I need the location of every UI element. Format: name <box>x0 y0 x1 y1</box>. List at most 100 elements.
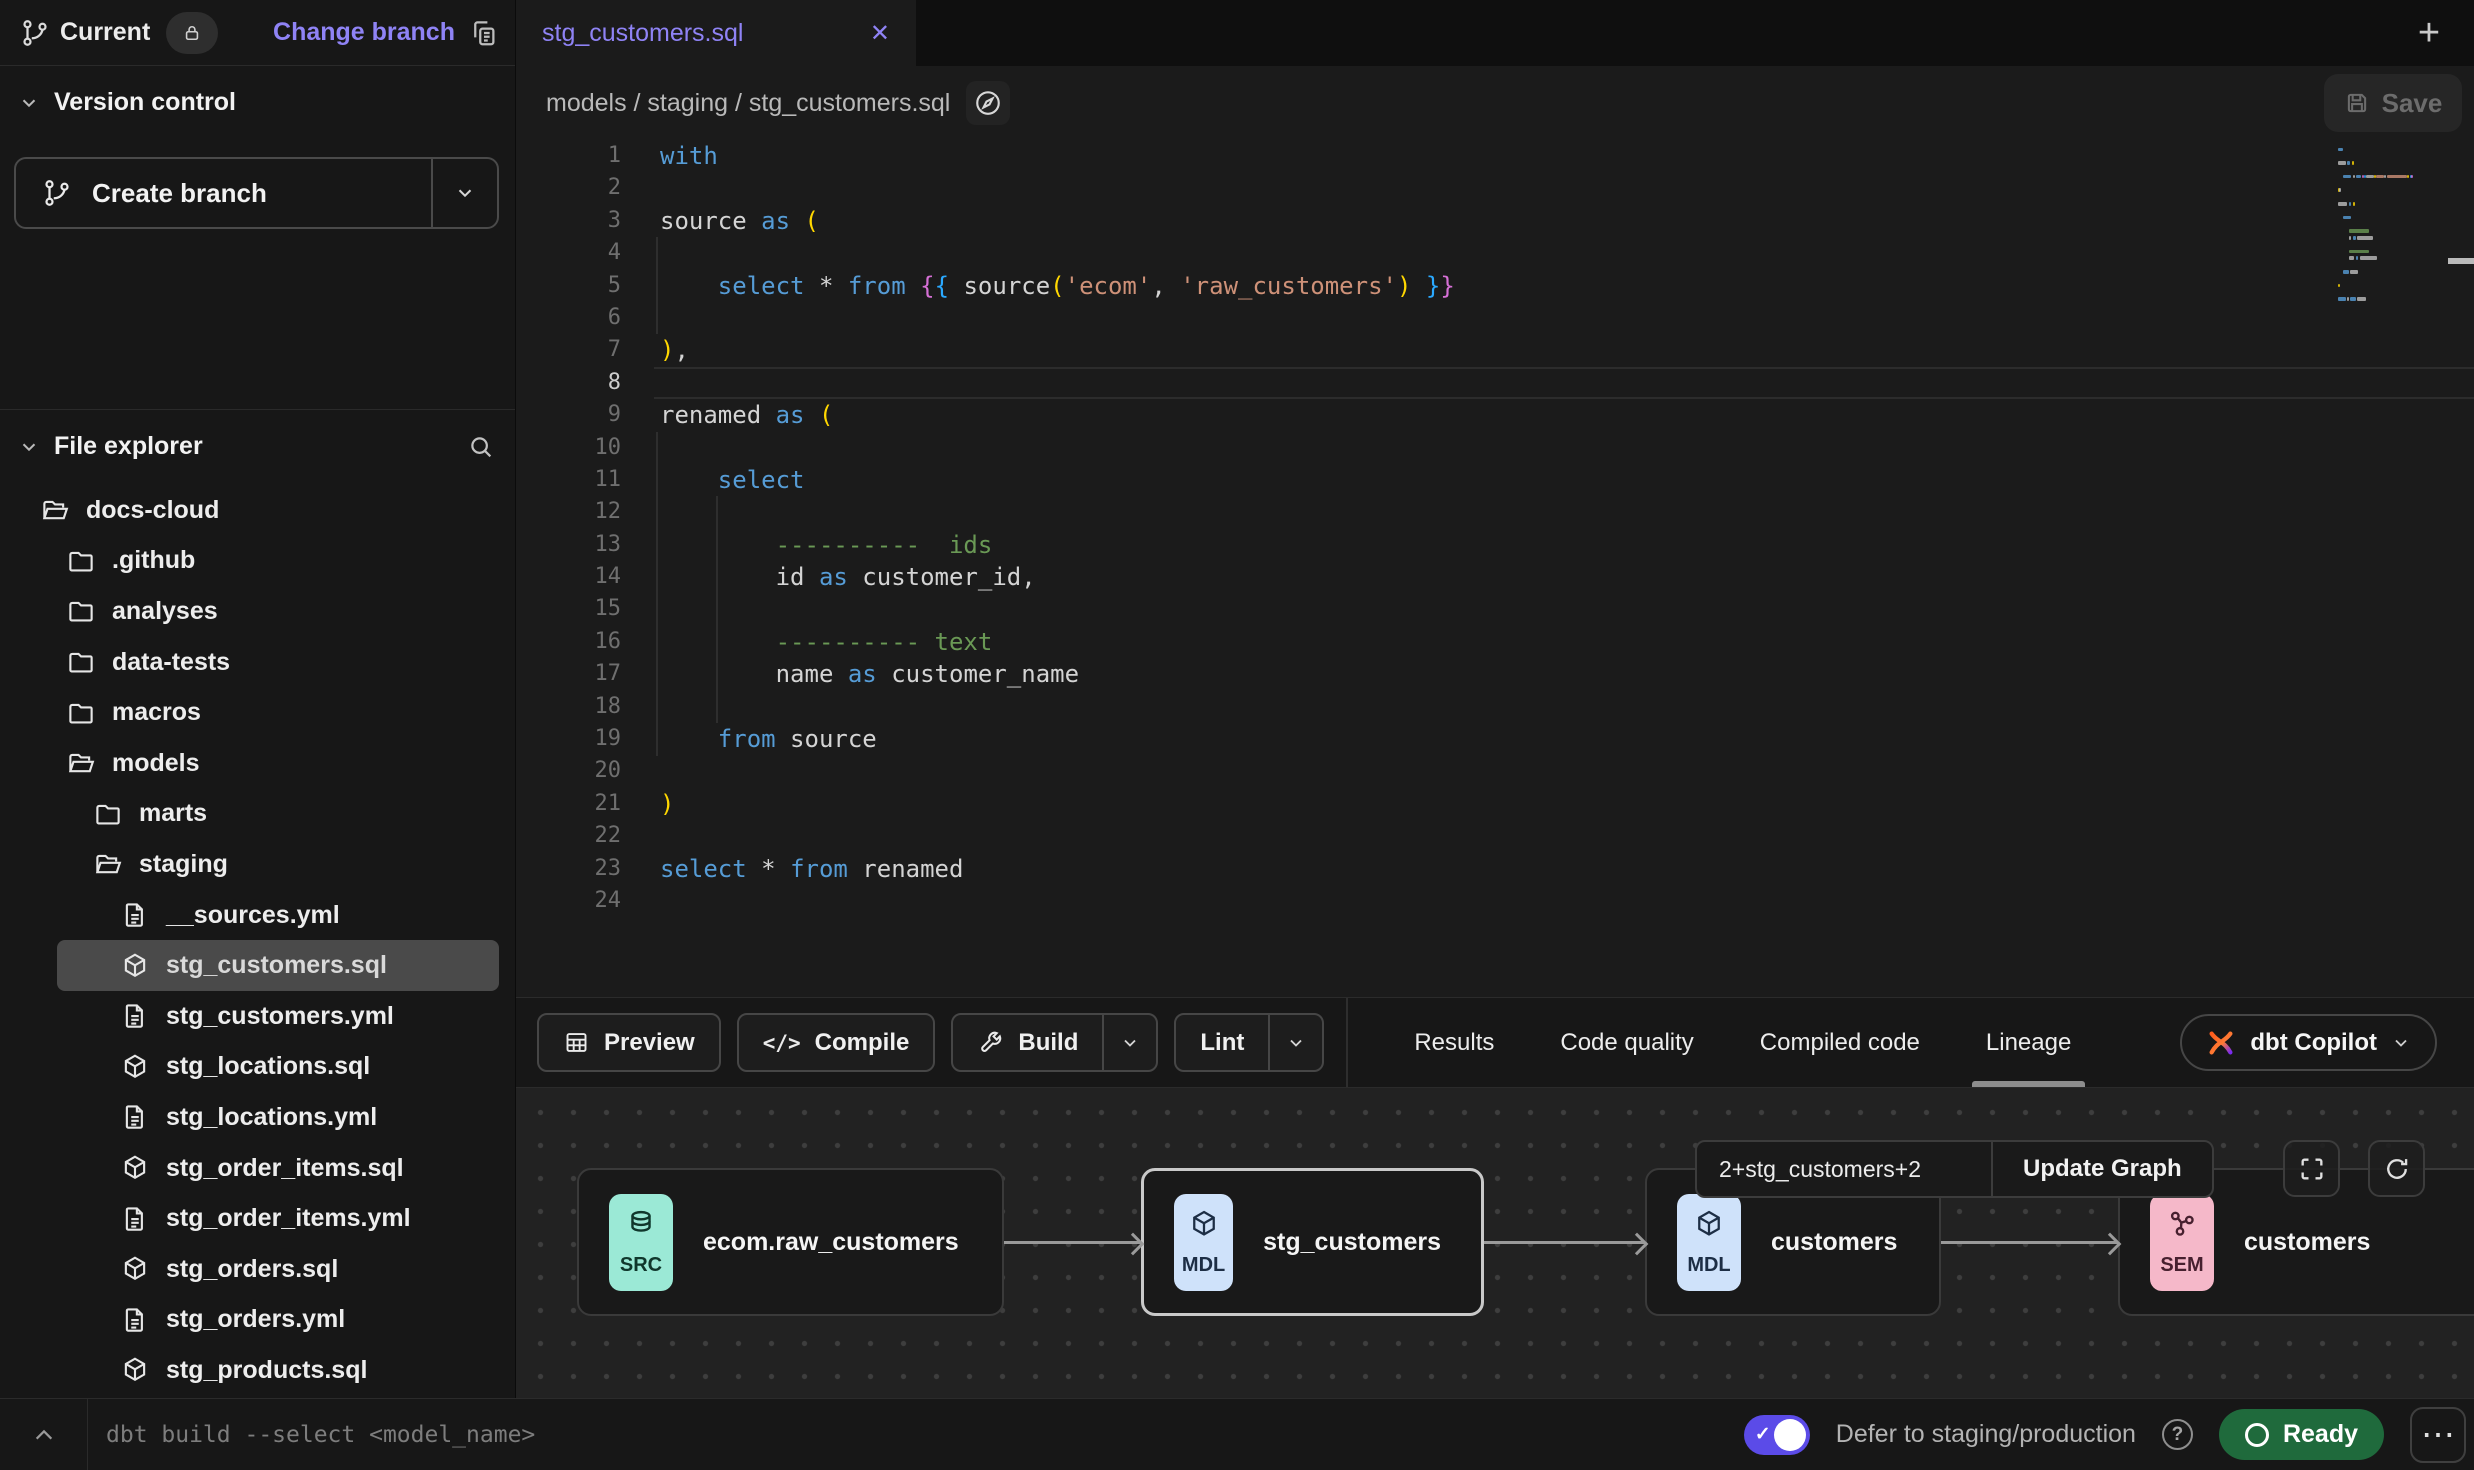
tree-item-marts[interactable]: marts <box>0 789 515 840</box>
tree-item-analyses[interactable]: analyses <box>0 586 515 637</box>
code-content <box>654 432 2474 464</box>
minimap[interactable] <box>2338 146 2410 309</box>
code-line-21[interactable]: 21) <box>516 788 2474 820</box>
create-branch-dropdown[interactable] <box>431 159 497 227</box>
ide-status-button[interactable]: Ready <box>2219 1409 2384 1460</box>
tab-compiled-code[interactable]: Compiled code <box>1760 998 1920 1087</box>
tab-lineage[interactable]: Lineage <box>1986 998 2071 1087</box>
breadcrumb: models / staging / stg_customers.sql <box>546 89 950 118</box>
save-button[interactable]: Save <box>2324 74 2462 132</box>
code-line-22[interactable]: 22 <box>516 820 2474 852</box>
lineage-selector-input[interactable]: 2+stg_customers+2 <box>1697 1142 1991 1196</box>
new-tab-button[interactable]: + <box>2384 0 2474 66</box>
fullscreen-icon <box>2298 1155 2326 1183</box>
code-line-8[interactable]: 8 <box>516 367 2474 399</box>
tab-code-quality[interactable]: Code quality <box>1560 998 1693 1087</box>
code-line-3[interactable]: 3source as ( <box>516 205 2474 237</box>
tree-item-label: analyses <box>112 597 218 626</box>
node-name: stg_customers <box>1263 1228 1481 1257</box>
tree-item-stg_orders.yml[interactable]: stg_orders.yml <box>0 1295 515 1346</box>
code-line-23[interactable]: 23select * from renamed <box>516 853 2474 885</box>
code-content <box>654 496 2474 528</box>
search-icon[interactable] <box>467 433 495 461</box>
code-line-6[interactable]: 6 <box>516 302 2474 334</box>
code-content <box>654 820 2474 852</box>
tree-item-label: __sources.yml <box>166 901 340 930</box>
tree-item-docs-cloud[interactable]: docs-cloud <box>0 485 515 536</box>
code-line-20[interactable]: 20 <box>516 755 2474 787</box>
command-bar-collapse-button[interactable] <box>0 1399 88 1470</box>
code-line-11[interactable]: 11 select <box>516 464 2474 496</box>
code-line-14[interactable]: 14 id as customer_id, <box>516 561 2474 593</box>
defer-toggle[interactable] <box>1744 1415 1810 1455</box>
chevron-down-icon <box>18 92 40 114</box>
lint-button[interactable]: Lint <box>1176 1015 1268 1070</box>
overflow-menu-button[interactable]: ⋯ <box>2410 1407 2466 1463</box>
tab-results[interactable]: Results <box>1414 998 1494 1087</box>
build-dropdown[interactable] <box>1102 1015 1156 1070</box>
file-explorer-header[interactable]: File explorer <box>0 410 515 479</box>
command-input[interactable]: dbt build --select <model_name> <box>106 1422 535 1448</box>
code-line-18[interactable]: 18 <box>516 691 2474 723</box>
tab-stg-customers-sql[interactable]: stg_customers.sql ✕ <box>516 0 916 66</box>
tree-item-stg_customers.yml[interactable]: stg_customers.yml <box>0 991 515 1042</box>
tree-item-__sources.yml[interactable]: __sources.yml <box>0 890 515 941</box>
tree-item-stg_orders.sql[interactable]: stg_orders.sql <box>0 1244 515 1295</box>
code-line-19[interactable]: 19 from source <box>516 723 2474 755</box>
version-control-header[interactable]: Version control <box>0 66 515 135</box>
code-line-10[interactable]: 10 <box>516 432 2474 464</box>
copy-icon[interactable] <box>469 18 499 48</box>
version-control-section: Version control Create branch <box>0 66 515 410</box>
code-line-2[interactable]: 2 <box>516 172 2474 204</box>
code-line-17[interactable]: 17 name as customer_name <box>516 658 2474 690</box>
code-line-16[interactable]: 16 ---------- text <box>516 626 2474 658</box>
tree-item-stg_locations.sql[interactable]: stg_locations.sql <box>0 1042 515 1093</box>
tree-item-label: staging <box>139 850 228 879</box>
create-branch-button[interactable]: Create branch <box>16 159 431 227</box>
code-line-15[interactable]: 15 <box>516 593 2474 625</box>
refresh-button[interactable] <box>2368 1140 2425 1197</box>
change-branch-link[interactable]: Change branch <box>273 18 455 47</box>
tree-item-stg_order_items.sql[interactable]: stg_order_items.sql <box>0 1143 515 1194</box>
folder-icon <box>93 799 123 829</box>
code-line-24[interactable]: 24 <box>516 885 2474 917</box>
lineage-node-ecom.raw_customers[interactable]: SRCecom.raw_customers <box>577 1168 1004 1316</box>
preview-button[interactable]: Preview <box>539 1015 719 1070</box>
help-icon[interactable]: ? <box>2162 1419 2193 1450</box>
lineage-panel[interactable]: SRCecom.raw_customersMDLstg_customersMDL… <box>516 1087 2474 1398</box>
lint-dropdown[interactable] <box>1268 1015 1322 1070</box>
tree-item-label: stg_order_items.sql <box>166 1154 404 1183</box>
tree-item-stg_products.sql[interactable]: stg_products.sql <box>0 1345 515 1396</box>
tree-item-macros[interactable]: macros <box>0 687 515 738</box>
update-graph-button[interactable]: Update Graph <box>1991 1142 2212 1196</box>
code-line-12[interactable]: 12 <box>516 496 2474 528</box>
line-number: 13 <box>516 529 654 561</box>
view-docs-button[interactable] <box>966 81 1010 125</box>
tree-item-.github[interactable]: .github <box>0 536 515 587</box>
tree-item-label: stg_customers.yml <box>166 1002 394 1031</box>
code-line-7[interactable]: 7), <box>516 334 2474 366</box>
tree-item-models[interactable]: models <box>0 738 515 789</box>
line-number: 7 <box>516 334 654 366</box>
close-tab-icon[interactable]: ✕ <box>870 19 890 48</box>
minimap-line <box>2338 302 2410 309</box>
tree-item-stg_order_items.yml[interactable]: stg_order_items.yml <box>0 1193 515 1244</box>
dbt-copilot-button[interactable]: dbt Copilot <box>2180 1014 2437 1071</box>
fullscreen-button[interactable] <box>2283 1140 2340 1197</box>
tree-item-stg_locations.yml[interactable]: stg_locations.yml <box>0 1092 515 1143</box>
tree-item-data-tests[interactable]: data-tests <box>0 637 515 688</box>
breadcrumb-row: models / staging / stg_customers.sql Sav… <box>516 66 2474 140</box>
code-line-13[interactable]: 13 ---------- ids <box>516 529 2474 561</box>
lineage-node-stg_customers[interactable]: MDLstg_customers <box>1141 1168 1484 1316</box>
compile-button[interactable]: </>Compile <box>739 1015 934 1070</box>
code-line-1[interactable]: 1with <box>516 140 2474 172</box>
line-number: 23 <box>516 853 654 885</box>
build-button[interactable]: Build <box>953 1015 1102 1070</box>
tree-item-staging[interactable]: staging <box>0 839 515 890</box>
code-line-9[interactable]: 9renamed as ( <box>516 399 2474 431</box>
code-editor[interactable]: 1with23source as (45 select * from {{ so… <box>516 140 2474 997</box>
code-line-5[interactable]: 5 select * from {{ source('ecom', 'raw_c… <box>516 270 2474 302</box>
code-line-4[interactable]: 4 <box>516 237 2474 269</box>
tree-item-stg_customers.sql[interactable]: stg_customers.sql <box>57 940 499 991</box>
minimap-line <box>2338 282 2410 289</box>
